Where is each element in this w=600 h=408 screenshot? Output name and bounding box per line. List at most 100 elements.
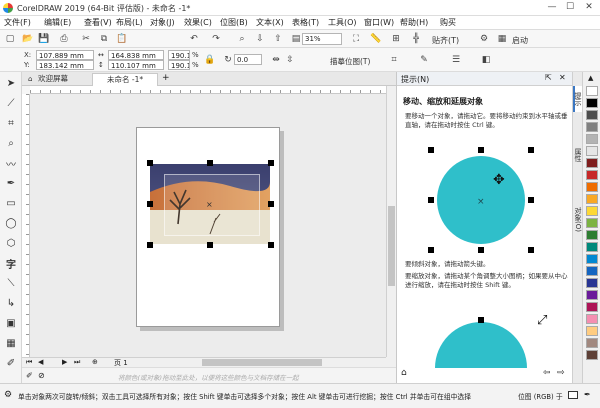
menu-help[interactable]: 帮助(H) — [400, 17, 428, 28]
new-tab-plus-icon[interactable]: + — [162, 73, 170, 83]
full-screen-icon[interactable]: ⛶ — [350, 33, 362, 45]
resize-handle-s[interactable] — [207, 242, 213, 248]
new-document-icon[interactable]: ▢ — [4, 33, 16, 45]
color-swatch[interactable] — [586, 86, 598, 96]
menu-object[interactable]: 对象(J) — [150, 17, 175, 28]
text-tool-icon[interactable]: 字 — [4, 256, 18, 271]
color-swatch[interactable] — [586, 194, 598, 204]
bitmap-color-mask-icon[interactable]: ◧ — [480, 54, 492, 66]
menu-layout[interactable]: 布局(L) — [116, 17, 143, 28]
rulers-icon[interactable]: 📏 — [370, 33, 382, 45]
parallel-dimension-icon[interactable]: ⟍ — [4, 276, 18, 290]
color-swatch[interactable] — [586, 110, 598, 120]
open-folder-icon[interactable]: 📂 — [22, 33, 34, 45]
freehand-tool-icon[interactable]: 〰 — [4, 156, 18, 171]
docker-home-icon[interactable]: ⌂ — [401, 368, 407, 378]
resize-handle-w[interactable] — [147, 201, 153, 207]
publish-pdf-icon[interactable]: ▤ — [290, 33, 302, 45]
connector-tool-icon[interactable]: ↳ — [4, 296, 18, 310]
scale-width-field[interactable]: 190.1 — [168, 50, 190, 60]
add-page-icon[interactable]: ⊕ — [92, 358, 98, 366]
no-fill-swatch-icon[interactable]: ⊘ — [38, 371, 45, 380]
pick-tool-icon[interactable]: ➤ — [4, 76, 18, 90]
horizontal-scroll-thumb[interactable] — [202, 359, 322, 366]
resize-handle-se[interactable] — [268, 242, 274, 248]
grid-icon[interactable]: ⊞ — [390, 33, 402, 45]
search-content-icon[interactable]: ⌕ — [236, 33, 248, 45]
color-swatch[interactable] — [586, 302, 598, 312]
color-swatch[interactable] — [586, 326, 598, 336]
first-page-icon[interactable]: ⏮ — [26, 358, 32, 367]
color-swatch[interactable] — [586, 218, 598, 228]
resize-handle-sw[interactable] — [147, 242, 153, 248]
color-swatch[interactable] — [586, 290, 598, 300]
eyedropper-icon[interactable]: ✐ — [4, 356, 18, 370]
resize-handle-e[interactable] — [268, 201, 274, 207]
maximize-button[interactable]: ☐ — [563, 1, 577, 14]
paste-icon[interactable]: 📋 — [116, 33, 128, 45]
color-swatch[interactable] — [586, 158, 598, 168]
color-swatch[interactable] — [586, 146, 598, 156]
shape-tool-icon[interactable]: ⟋ — [4, 96, 18, 110]
y-position-field[interactable]: 183.142 mm — [36, 60, 94, 70]
import-icon[interactable]: ⇩ — [254, 33, 266, 45]
docker-pin-icon[interactable]: ⇱ — [545, 73, 552, 82]
rotation-angle-field[interactable]: 0.0 — [234, 54, 262, 65]
redo-icon[interactable]: ↷ — [210, 33, 222, 45]
color-swatch[interactable] — [586, 134, 598, 144]
color-swatch[interactable] — [586, 230, 598, 240]
color-swatch[interactable] — [586, 206, 598, 216]
tab-welcome-screen[interactable]: ⌂ 欢迎屏幕 — [24, 73, 88, 86]
drawing-canvas[interactable]: × — [30, 94, 386, 357]
last-page-icon[interactable]: ⏭ — [74, 358, 80, 367]
launch-icon[interactable]: ▦ — [496, 33, 508, 45]
menu-file[interactable]: 文件(F) — [4, 17, 31, 28]
wrap-text-icon[interactable]: ☰ — [450, 54, 462, 66]
color-swatch[interactable] — [586, 314, 598, 324]
horizontal-scrollbar[interactable] — [142, 357, 386, 367]
color-swatch[interactable] — [586, 266, 598, 276]
undo-icon[interactable]: ↶ — [188, 33, 200, 45]
width-field[interactable]: 164.838 mm — [108, 50, 164, 60]
menu-buy[interactable]: 购买 — [440, 17, 456, 28]
minimize-button[interactable]: — — [545, 1, 559, 14]
mirror-horizontal-icon[interactable]: ⇹ — [270, 54, 282, 66]
resize-handle-nw[interactable] — [147, 160, 153, 166]
height-field[interactable]: 110.107 mm — [108, 60, 164, 70]
docker-forward-icon[interactable]: ⇨ — [557, 368, 565, 378]
launch-dropdown[interactable]: 启动 — [512, 35, 528, 46]
menu-window[interactable]: 窗口(W) — [364, 17, 394, 28]
zoom-tool-icon[interactable]: ⌕ — [4, 136, 18, 150]
resize-handle-n[interactable] — [207, 160, 213, 166]
x-position-field[interactable]: 107.889 mm — [36, 50, 94, 60]
menu-tools[interactable]: 工具(O) — [328, 17, 357, 28]
mirror-vertical-icon[interactable]: ⇳ — [284, 54, 296, 66]
rectangle-tool-icon[interactable]: ▭ — [4, 196, 18, 210]
color-swatch[interactable] — [586, 278, 598, 288]
crop-bitmap-icon[interactable]: ⌗ — [388, 54, 400, 66]
lock-ratio-icon[interactable]: 🔒 — [204, 54, 216, 66]
transparency-tool-icon[interactable]: ▦ — [4, 336, 18, 350]
docker-back-icon[interactable]: ⇦ — [543, 368, 551, 378]
menu-effects[interactable]: 效果(C) — [184, 17, 212, 28]
next-page-icon[interactable]: ▶ — [62, 358, 67, 366]
guidelines-icon[interactable]: ╬ — [410, 33, 422, 45]
crop-tool-icon[interactable]: ⌗ — [4, 116, 18, 130]
prev-page-icon[interactable]: ◀ — [38, 358, 43, 366]
menu-text[interactable]: 文本(X) — [256, 17, 284, 28]
snap-to-dropdown[interactable]: 贴齐(T) — [432, 35, 459, 46]
options-gear-icon[interactable]: ⚙ — [478, 33, 490, 45]
color-swatch[interactable] — [586, 254, 598, 264]
outline-pen-icon[interactable]: ✒ — [584, 390, 591, 399]
menu-table[interactable]: 表格(T) — [292, 17, 319, 28]
trace-bitmap-button[interactable]: 描摹位图(T) — [330, 56, 370, 67]
menu-bitmaps[interactable]: 位图(B) — [220, 17, 248, 28]
tab-document[interactable]: 未命名 -1* — [92, 73, 158, 86]
zoom-level-dropdown[interactable]: 31% — [302, 33, 342, 45]
color-swatch[interactable] — [586, 98, 598, 108]
color-swatch[interactable] — [586, 350, 598, 360]
docker-close-icon[interactable]: ✕ — [559, 73, 566, 82]
status-gear-icon[interactable]: ⚙ — [4, 390, 12, 400]
color-swatch[interactable] — [586, 182, 598, 192]
copy-icon[interactable]: ⧉ — [98, 33, 110, 45]
